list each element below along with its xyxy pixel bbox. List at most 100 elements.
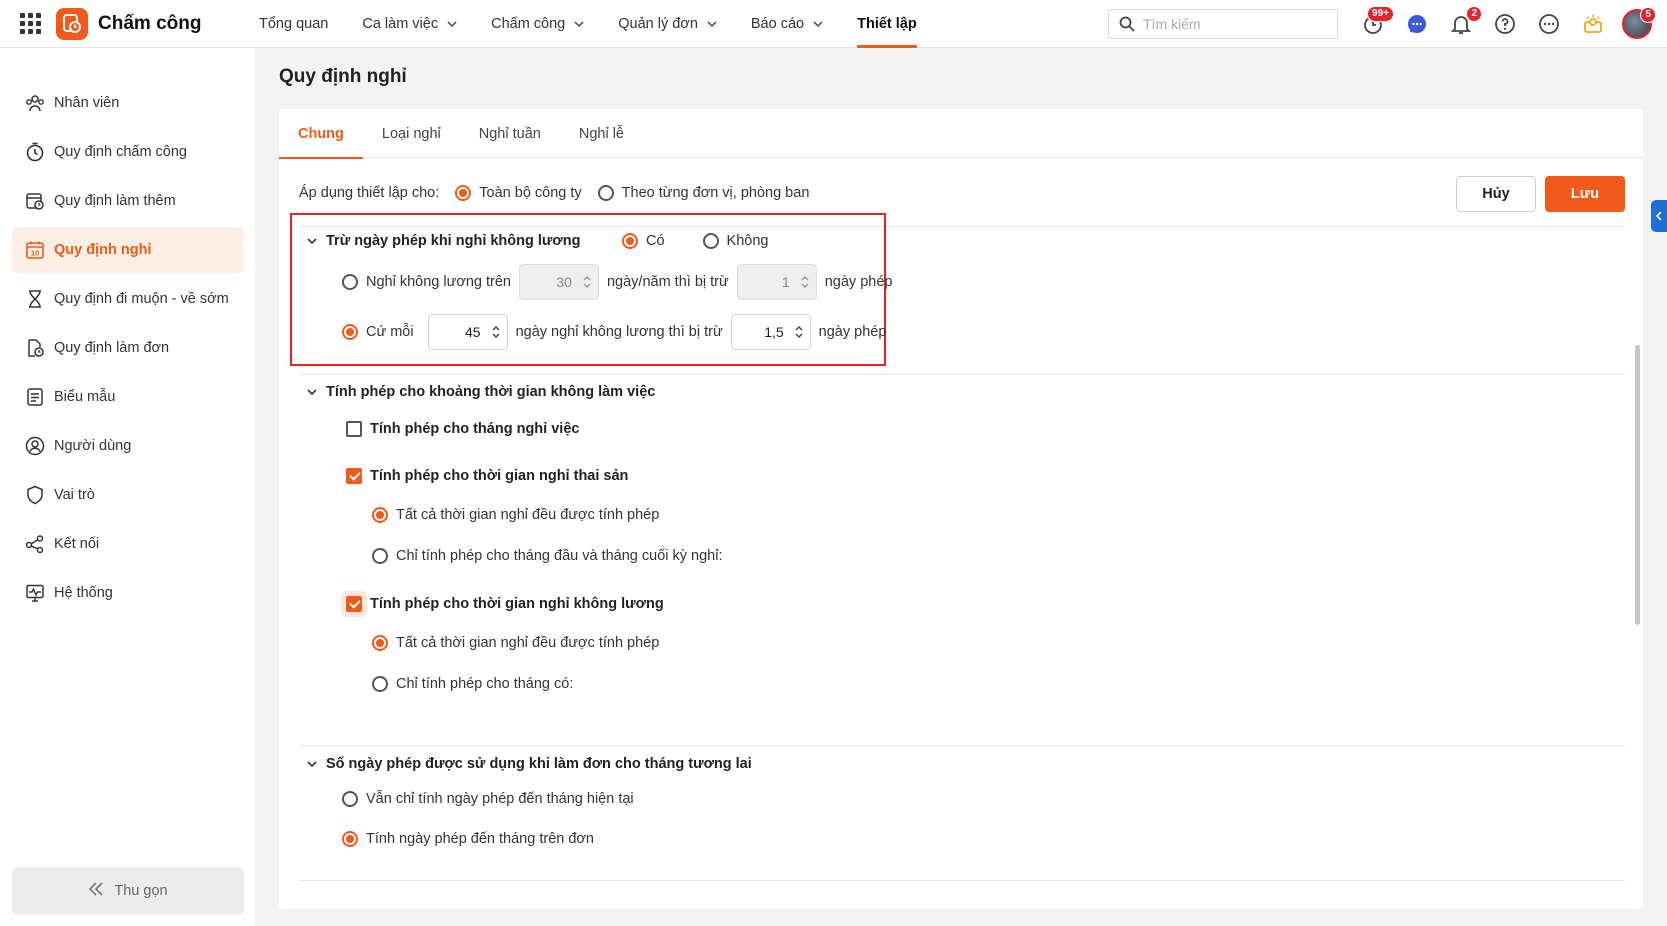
spinner-icon[interactable] (582, 273, 592, 291)
radio-row-khong-luong-thang-co: Chỉ tính phép cho tháng có: (372, 676, 573, 692)
spinner-icon[interactable] (794, 323, 804, 341)
double-chevron-left-icon (88, 882, 104, 900)
every-n-days-input[interactable]: 45 (427, 314, 508, 350)
nav-cham-cong[interactable]: Chấm công (474, 0, 601, 48)
tab-chung[interactable]: Chung (279, 109, 363, 159)
form-icon (24, 386, 46, 408)
settings-card: Chung Loại nghỉ Nghỉ tuần Nghỉ lễ Áp dụn… (279, 109, 1643, 909)
cancel-button[interactable]: Hủy (1456, 176, 1536, 212)
users-icon (24, 92, 46, 114)
help-icon (1495, 14, 1515, 34)
top-bar: Chấm công Tổng quan Ca làm việc Chấm côn… (0, 0, 1667, 48)
chevron-down-icon[interactable] (306, 758, 318, 770)
radio-toan-bo-cong-ty[interactable] (455, 185, 472, 201)
chevron-left-icon (1655, 211, 1662, 221)
chat-button[interactable] (1402, 9, 1432, 39)
hourglass-icon (24, 288, 46, 310)
sidebar-item-vai-tro[interactable]: Vai trò (12, 472, 244, 518)
monitor-pulse-icon (24, 582, 46, 604)
chat-icon (1408, 15, 1426, 33)
radio-khong-luong-tat-ca[interactable] (372, 635, 388, 651)
nav-bao-cao[interactable]: Báo cáo (734, 0, 840, 48)
section1-option1: Nghỉ không lương trên 30 ngày/năm thì bị… (342, 264, 892, 300)
radio-cu-moi[interactable] (342, 324, 358, 340)
radio-row-thang-tren-don: Tính ngày phép đến tháng trên đơn (342, 831, 594, 847)
spinner-icon[interactable] (491, 323, 501, 341)
app-logo-icon[interactable] (56, 7, 88, 40)
radio-nghi-khong-luong-tren[interactable] (342, 274, 358, 290)
section1-option2: Cứ mỗi 45 ngày nghỉ không lương thì bị t… (342, 314, 886, 350)
calendar-10-icon: 10 (24, 239, 46, 261)
checkbox-nghi-khong-luong[interactable] (346, 596, 362, 612)
checkbox-thang-nghi-viec[interactable] (346, 421, 362, 437)
checkbox-row-nghi-khong-luong: Tính phép cho thời gian nghỉ không lương (346, 596, 664, 612)
nav-tong-quan[interactable]: Tổng quan (242, 0, 345, 48)
radio-thai-san-dau-cuoi[interactable] (372, 548, 388, 564)
sidebar-item-he-thong[interactable]: Hệ thống (12, 570, 244, 616)
nav-thiet-lap[interactable]: Thiết lập (840, 0, 934, 48)
collapse-sidebar-button[interactable]: Thu gọn (12, 867, 244, 915)
sidebar-item-quy-dinh-lam-don[interactable]: Quy định làm đơn (12, 325, 244, 371)
tab-bar: Chung Loại nghỉ Nghỉ tuần Nghỉ lễ (279, 109, 1643, 159)
app-title: Chấm công (98, 12, 202, 34)
divider (299, 374, 1625, 375)
sidebar-item-quy-dinh-lam-them[interactable]: Quy định làm thêm (12, 178, 244, 224)
sidebar-item-bieu-mau[interactable]: Biểu mẫu (12, 374, 244, 420)
radio-co[interactable] (622, 233, 638, 249)
notifications-button[interactable]: 2 (1446, 6, 1482, 39)
radio-theo-don-vi[interactable] (597, 185, 614, 201)
sidebar-item-nhan-vien[interactable]: Nhân viên (12, 80, 244, 126)
sidebar-item-quy-dinh-cham-cong[interactable]: Quy định chấm công (12, 129, 244, 175)
top-icons: 99+ 2 5 (1358, 6, 1656, 39)
timer-badge: 99+ (1367, 6, 1394, 22)
chevron-down-icon (574, 21, 584, 28)
spinner-icon[interactable] (800, 273, 810, 291)
nav-ca-lam-viec[interactable]: Ca làm việc (345, 0, 474, 48)
section-tru-ngay-phep-header: Trừ ngày phép khi nghỉ không lương (306, 233, 580, 249)
radio-thang-hien-tai[interactable] (342, 791, 358, 807)
help-button[interactable] (1490, 9, 1520, 39)
tab-loai-nghi[interactable]: Loại nghỉ (363, 109, 460, 158)
search-input[interactable] (1143, 16, 1323, 32)
chevron-down-icon[interactable] (306, 235, 318, 247)
nav-quan-ly-don[interactable]: Quản lý đơn (601, 0, 734, 48)
chevron-down-icon (447, 21, 457, 28)
sidebar-item-quy-dinh-nghi[interactable]: 10 Quy định nghỉ (12, 227, 244, 273)
apps-grid-icon[interactable] (18, 12, 42, 36)
apply-scope-row: Áp dụng thiết lập cho: Toàn bộ công ty T… (299, 185, 810, 201)
sidebar-item-nguoi-dung[interactable]: Người dùng (12, 423, 244, 469)
tab-nghi-le[interactable]: Nghỉ lễ (560, 109, 643, 158)
more-icon (1539, 14, 1559, 34)
checkbox-row-nghi-thai-san: Tính phép cho thời gian nghỉ thai sản (346, 468, 628, 484)
radio-thang-tren-don[interactable] (342, 831, 358, 847)
notifications-badge: 2 (1466, 6, 1482, 22)
scrollbar-thumb[interactable] (1635, 345, 1640, 625)
user-avatar[interactable]: 5 (1622, 7, 1656, 39)
tab-nghi-tuan[interactable]: Nghỉ tuần (460, 109, 560, 158)
deduct-days-input-2[interactable]: 1,5 (730, 314, 811, 350)
section-so-ngay-phep-header: Số ngày phép được sử dụng khi làm đơn ch… (306, 756, 752, 772)
save-button[interactable]: Lưu (1545, 176, 1625, 212)
search-box[interactable] (1108, 9, 1338, 39)
svg-text:10: 10 (31, 249, 39, 258)
radio-khong[interactable] (702, 233, 719, 249)
radio-row-thang-hien-tai: Vẫn chỉ tính ngày phép đến tháng hiện tạ… (342, 791, 634, 807)
news-button[interactable] (1578, 9, 1608, 39)
timer-button[interactable]: 99+ (1358, 6, 1394, 39)
document-clock-icon (24, 337, 46, 359)
share-icon (24, 533, 46, 555)
sidebar-item-di-muon-ve-som[interactable]: Quy định đi muộn - về sớm (12, 276, 244, 322)
days-per-year-input[interactable]: 30 (518, 264, 599, 300)
side-panel-toggle[interactable] (1651, 200, 1667, 232)
deduct-days-input-1[interactable]: 1 (736, 264, 817, 300)
checkbox-nghi-thai-san[interactable] (346, 468, 362, 484)
chevron-down-icon[interactable] (306, 386, 318, 398)
divider (299, 880, 1625, 881)
radio-thai-san-tat-ca[interactable] (372, 507, 388, 523)
radio-row-thai-san-dau-cuoi: Chỉ tính phép cho tháng đầu và tháng cuố… (372, 548, 722, 564)
sidebar-item-ket-noi[interactable]: Kết nối (12, 521, 244, 567)
more-button[interactable] (1534, 9, 1564, 39)
radio-khong-luong-thang-co[interactable] (372, 676, 388, 692)
search-icon (1119, 16, 1135, 32)
sun-person-icon (1584, 15, 1602, 33)
